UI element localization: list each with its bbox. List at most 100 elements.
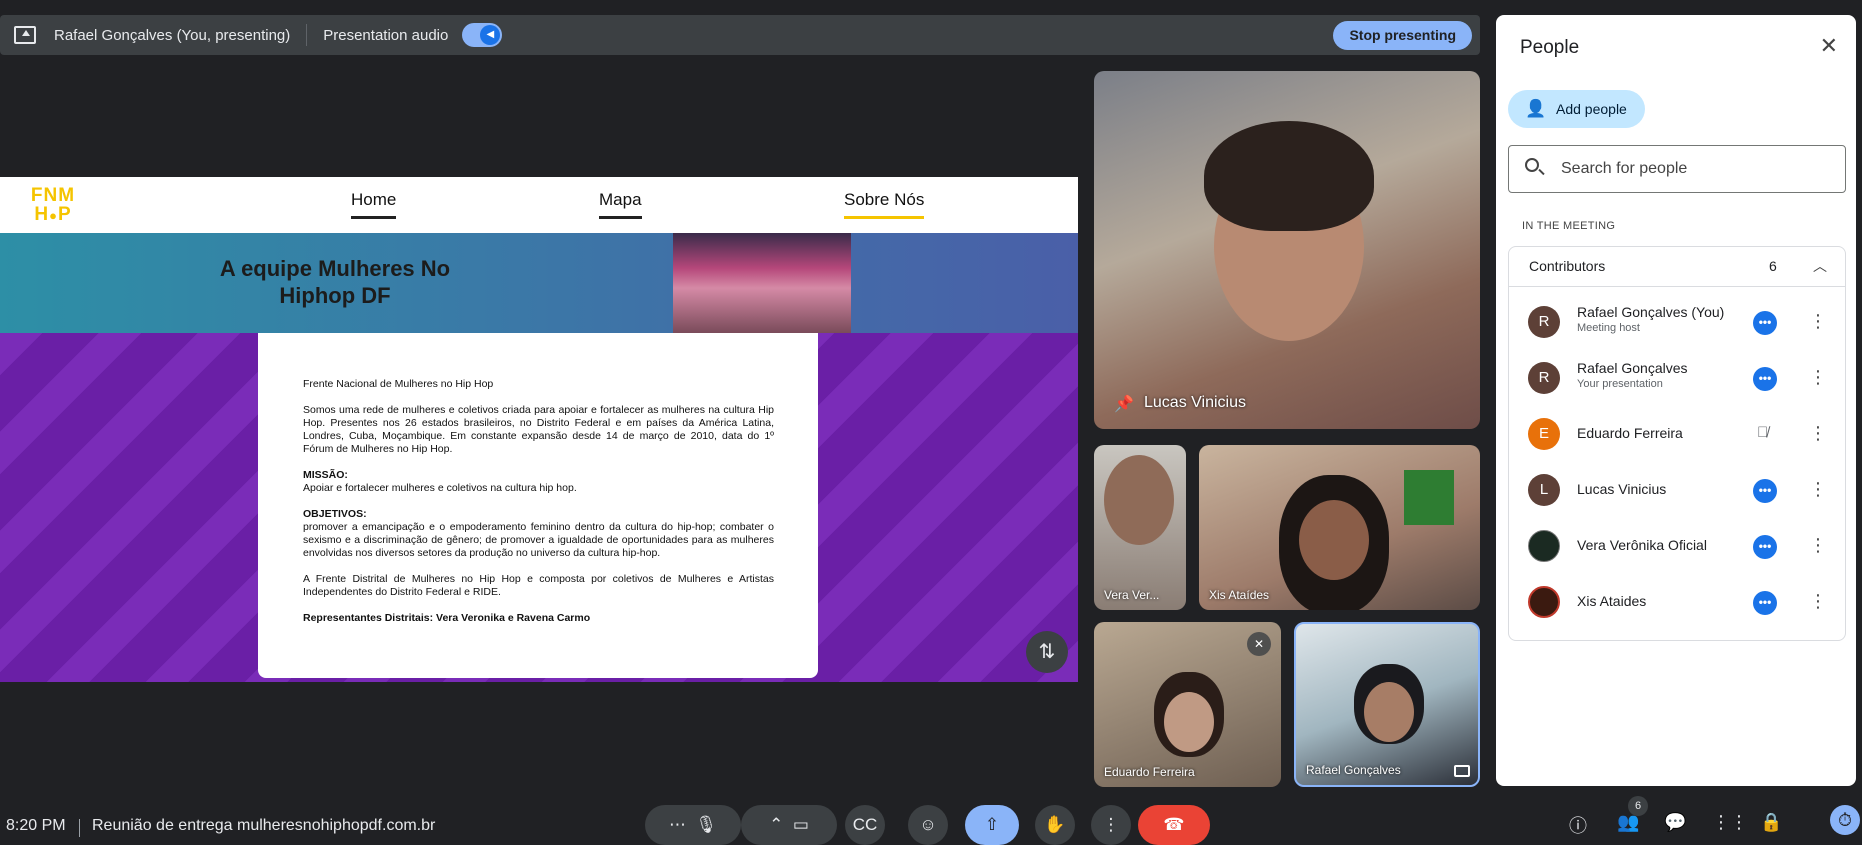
tile-name: Lucas Vinicius (1144, 394, 1246, 411)
more-actions-icon[interactable]: ••• (1753, 535, 1777, 559)
kebab-menu-icon[interactable]: ⋮ (1809, 366, 1827, 388)
mic-off-icon: 🎙̸ (1757, 424, 1769, 441)
mission-block: MISSÃO: Apoiar e fortalecer mulheres e co… (303, 469, 774, 495)
microphone-button[interactable]: ⋯ 🎙 (645, 805, 741, 845)
search-people-input[interactable]: Search for people (1508, 145, 1846, 193)
bottom-bar: 8:20 PM Reunião de entrega mulheresnohip… (0, 796, 1862, 845)
hand-icon: ✋ (1044, 815, 1066, 834)
participant-role: Meeting host (1577, 322, 1640, 334)
representatives-text: Representantes Distritais: Vera Veronika… (303, 612, 591, 624)
participant-name: Lucas Vinicius (1577, 481, 1667, 497)
shared-screen: FNM H●P Home Mapa Sobre Nós A equipe Mulh… (0, 177, 1078, 682)
mic-icon: 🎙 (695, 815, 718, 834)
panel-title: People (1520, 37, 1580, 58)
reactions-button[interactable]: ☺ (908, 805, 948, 845)
participant-face (1104, 455, 1174, 545)
avatar (1528, 586, 1560, 618)
participant-name: Rafael Gonçalves (1577, 360, 1688, 376)
participant-name: Xis Ataides (1577, 593, 1647, 609)
video-tile-xis[interactable]: Xis Ataídes (1199, 445, 1480, 610)
group-photo (673, 233, 851, 333)
tile-name: Vera Ver... (1104, 588, 1160, 602)
stop-presenting-button[interactable]: Stop presenting (1333, 21, 1472, 50)
kebab-menu-icon[interactable]: ⋮ (1809, 478, 1827, 500)
kebab-menu-icon: ⋮ (1102, 815, 1120, 834)
search-icon (1525, 158, 1539, 172)
nav-sobre-nos[interactable]: Sobre Nós (844, 190, 925, 219)
presenter-label: Rafael Gonçalves (You, presenting) (54, 26, 291, 44)
camera-icon: ▭ (792, 815, 809, 834)
participant-row[interactable]: Vera Verônika Oficial ••• ⋮ (1509, 518, 1847, 574)
add-people-label: Add people (1556, 101, 1627, 117)
site-nav: FNM H●P Home Mapa Sobre Nós (0, 177, 1078, 233)
tile-name: Xis Ataídes (1209, 588, 1270, 602)
add-people-button[interactable]: 👤 Add people (1508, 90, 1645, 128)
self-view-icon (1454, 765, 1470, 777)
kebab-menu-icon[interactable]: ⋮ (1809, 310, 1827, 332)
people-count-badge: 6 (1628, 796, 1648, 816)
pin-icon: 📌 (1114, 396, 1134, 413)
avatar (1528, 530, 1560, 562)
more-actions-icon[interactable]: ••• (1753, 591, 1777, 615)
captions-button[interactable]: CC (845, 805, 885, 845)
nav-mapa[interactable]: Mapa (599, 190, 642, 219)
info-icon[interactable]: ⓘ (1569, 812, 1587, 838)
tile-name: Eduardo Ferreira (1104, 765, 1195, 779)
more-actions-icon[interactable]: ••• (1753, 479, 1777, 503)
present-button[interactable]: ⇧ (965, 805, 1019, 845)
leave-call-button[interactable]: ☎ (1138, 805, 1210, 845)
video-tile-rafael[interactable]: Rafael Gonçalves (1294, 622, 1480, 787)
raise-hand-button[interactable]: ✋ (1035, 805, 1075, 845)
kebab-menu-icon[interactable]: ⋮ (1809, 590, 1827, 612)
activities-icon[interactable]: ⋮⋮ (1712, 812, 1748, 833)
section-label: IN THE MEETING (1522, 220, 1616, 232)
avatar: R (1528, 306, 1560, 338)
participant-row[interactable]: R Rafael Gonçalves (You) Meeting host ••… (1509, 294, 1847, 350)
group-count: 6 (1769, 258, 1777, 274)
presentation-audio-toggle[interactable]: ◀ (462, 23, 503, 47)
host-controls-icon[interactable]: 🔒 (1760, 812, 1782, 833)
more-actions-icon[interactable]: ••• (1753, 311, 1777, 335)
avatar: E (1528, 418, 1560, 450)
participant-row[interactable]: L Lucas Vinicius ••• ⋮ (1509, 462, 1847, 518)
tile-name: Rafael Gonçalves (1306, 763, 1401, 777)
audio-options-icon: ⋯ (668, 815, 686, 834)
participant-row[interactable]: E Eduardo Ferreira 🎙̸ ⋮ (1509, 406, 1847, 462)
wall-poster (1404, 470, 1454, 525)
hero-title: A equipe Mulheres No Hiphop DF (219, 256, 451, 308)
chat-icon[interactable]: 💬 (1664, 812, 1686, 833)
kebab-menu-icon[interactable]: ⋮ (1809, 534, 1827, 556)
close-icon[interactable]: ✕ (1820, 33, 1838, 59)
objectives-title: OBJETIVOS: (303, 508, 367, 520)
swap-layout-button[interactable]: ⇅ (1026, 631, 1068, 673)
hang-up-icon: ☎ (1163, 815, 1185, 834)
video-tile-lucas[interactable]: 📌 Lucas Vinicius (1094, 71, 1480, 429)
emoji-icon: ☺ (919, 815, 937, 834)
mission-title: MISSÃO: (303, 469, 348, 481)
swap-icon: ⇅ (1038, 641, 1056, 663)
participant-face (1164, 692, 1214, 752)
participant-face (1364, 682, 1414, 742)
chevron-up-icon: ⌃ (769, 815, 784, 834)
more-actions-icon[interactable]: ••• (1753, 367, 1777, 391)
timer-icon[interactable]: ⏱ (1830, 805, 1860, 835)
clock: 8:20 PM (6, 817, 66, 834)
mission-text: Apoiar e fortalecer mulheres e coletivos… (303, 482, 577, 494)
nav-home[interactable]: Home (351, 190, 397, 219)
kebab-menu-icon[interactable]: ⋮ (1809, 422, 1827, 444)
divider (306, 24, 308, 46)
camera-button[interactable]: ⌃ ▭ (741, 805, 837, 845)
participant-row[interactable]: Xis Ataides ••• ⋮ (1509, 574, 1847, 630)
participant-name: Rafael Gonçalves (You) (1577, 304, 1725, 320)
more-options-button[interactable]: ⋮ (1091, 805, 1131, 845)
video-tile-eduardo[interactable]: ✕ Eduardo Ferreira (1094, 622, 1281, 787)
video-tile-vera[interactable]: Vera Ver... (1094, 445, 1186, 610)
contributors-header[interactable]: Contributors 6 ︿ (1509, 247, 1845, 287)
participant-role: Your presentation (1577, 378, 1663, 390)
participant-row[interactable]: R Rafael Gonçalves Your presentation •••… (1509, 350, 1847, 406)
meeting-title: Reunião de entrega mulheresnohiphopdf.co… (92, 817, 436, 834)
participant-face (1299, 500, 1369, 580)
district-text: A Frente Distrital de Mulheres no Hip Ho… (303, 573, 774, 598)
contributors-group: Contributors 6 ︿ R Rafael Gonçalves (You… (1508, 246, 1846, 641)
add-person-icon: 👤 (1525, 99, 1547, 118)
